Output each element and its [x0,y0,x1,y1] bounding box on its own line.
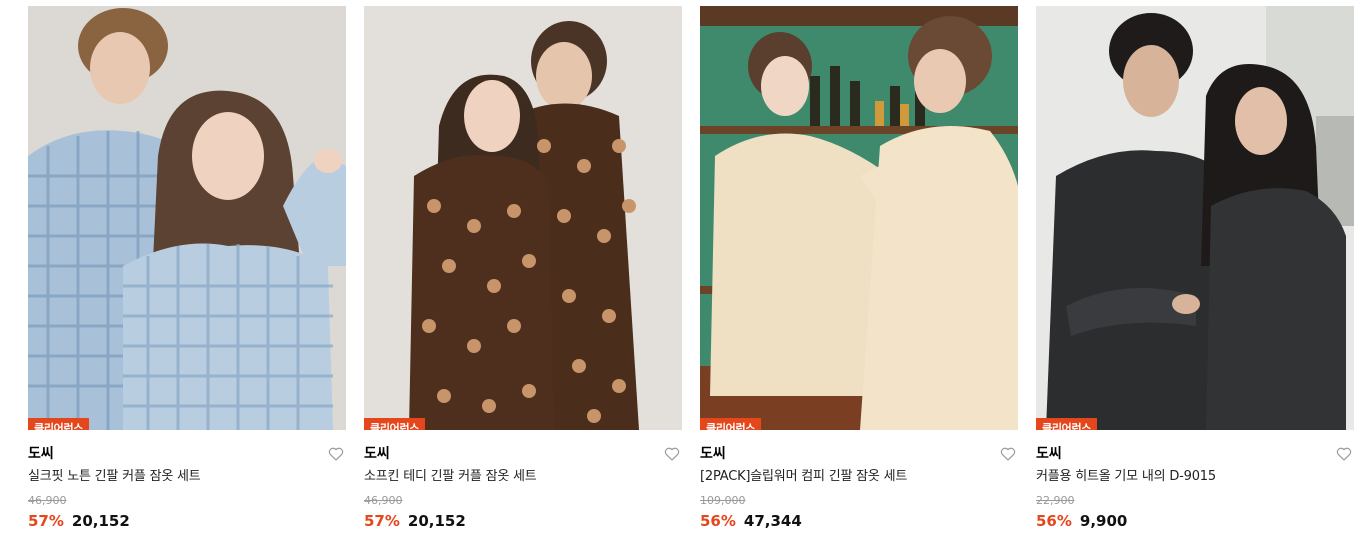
product-card[interactable]: 클리어런스 도씨 실크핏 노튼 긴팔 커플 잠옷 세트 46,900 57% 20… [28,6,346,536]
product-card[interactable]: 클리어런스 도씨 소프킨 테디 긴팔 커플 잠옷 세트 46,900 57% 20… [364,6,682,536]
clearance-badge: 클리어런스 [364,418,426,430]
product-name[interactable]: [2PACK]슬립워머 컴피 긴팔 잠옷 세트 [700,468,907,486]
discount-rate: 56% [700,512,736,530]
original-price: 46,900 [364,494,403,507]
discount-rate: 56% [1036,512,1072,530]
product-image[interactable]: 클리어런스 [700,6,1018,430]
sale-price: 9,900 [1079,512,1128,530]
clearance-badge: 클리어런스 [28,418,90,430]
clearance-badge: 클리어런스 [1036,418,1098,430]
original-price: 22,900 [1036,494,1075,507]
brand-name: 도씨 [700,446,726,462]
sale-price: 20,152 [407,512,466,530]
product-name[interactable]: 실크핏 노튼 긴팔 커플 잠옷 세트 [28,468,201,486]
product-name[interactable]: 커플용 히트올 기모 내의 D-9015 [1036,468,1216,486]
brand-name: 도씨 [1036,446,1062,462]
heart-outline-icon[interactable] [664,446,680,462]
discount-rate: 57% [28,512,64,530]
product-grid: 클리어런스 도씨 실크핏 노튼 긴팔 커플 잠옷 세트 46,900 57% 20… [28,6,1354,536]
brand-name: 도씨 [364,446,390,462]
product-image[interactable]: 클리어런스 [1036,6,1354,430]
product-image[interactable]: 클리어런스 [364,6,682,430]
heart-outline-icon[interactable] [1000,446,1016,462]
brand-name: 도씨 [28,446,54,462]
price-line: 56% 47,344 [700,511,802,531]
product-image[interactable]: 클리어런스 [28,6,346,430]
product-card[interactable]: 클리어런스 도씨 [2PACK]슬립워머 컴피 긴팔 잠옷 세트 109,000… [700,6,1018,536]
product-card[interactable]: 클리어런스 도씨 커플용 히트올 기모 내의 D-9015 22,900 56%… [1036,6,1354,536]
original-price: 109,000 [700,494,746,507]
product-name[interactable]: 소프킨 테디 긴팔 커플 잠옷 세트 [364,468,537,486]
original-price: 46,900 [28,494,67,507]
price-line: 56% 9,900 [1036,511,1127,531]
heart-outline-icon[interactable] [1336,446,1352,462]
clearance-badge: 클리어런스 [700,418,762,430]
sale-price: 20,152 [71,512,130,530]
sale-price: 47,344 [743,512,802,530]
discount-rate: 57% [364,512,400,530]
heart-outline-icon[interactable] [328,446,344,462]
price-line: 57% 20,152 [28,511,130,531]
price-line: 57% 20,152 [364,511,466,531]
